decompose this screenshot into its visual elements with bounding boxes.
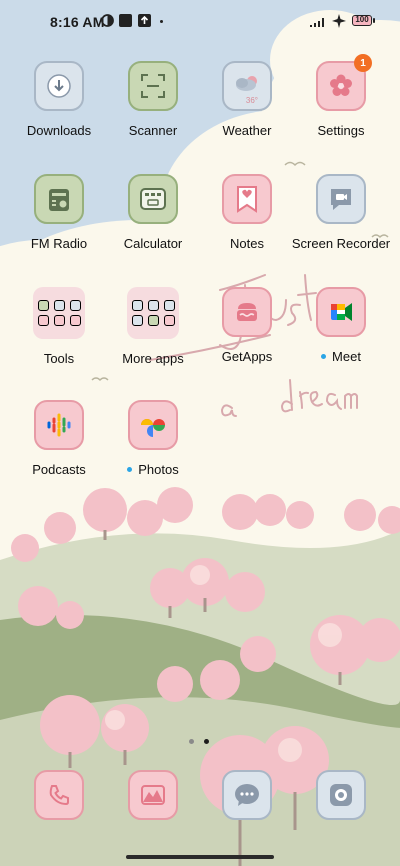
mini-app-icon <box>131 315 143 326</box>
folder-icon <box>33 287 85 339</box>
download-icon <box>34 61 84 111</box>
photos-icon <box>128 400 178 450</box>
weather-temp: 36° <box>245 96 258 105</box>
home-gesture-bar[interactable] <box>126 855 274 859</box>
calculator-icon <box>128 174 178 224</box>
mini-app-icon <box>69 300 81 311</box>
app-label: Calculator <box>123 236 183 251</box>
mini-app-icon <box>37 300 49 311</box>
mini-app-icon <box>53 300 65 311</box>
mini-app-icon <box>53 315 65 326</box>
podcasts-icon <box>34 400 84 450</box>
folder-more-apps[interactable]: More apps <box>103 287 203 366</box>
app-label: Photos <box>103 462 203 477</box>
new-app-dot <box>127 467 133 472</box>
more-notifications-dot-icon <box>160 20 163 23</box>
new-app-dot <box>321 354 327 359</box>
app-fm-radio[interactable]: FM Radio <box>9 174 109 251</box>
phone-icon <box>34 770 84 820</box>
dock-phone[interactable] <box>34 770 84 820</box>
app-label-text: Meet <box>332 349 361 364</box>
app-settings[interactable]: 1 Settings <box>291 54 391 138</box>
app-label: More apps <box>122 351 184 366</box>
mini-app-icon <box>147 300 159 311</box>
radio-icon <box>34 174 84 224</box>
notification-app-icon <box>119 14 132 27</box>
app-label-text: Photos <box>138 462 179 477</box>
mini-app-icon <box>163 315 175 326</box>
app-label: Notes <box>230 236 264 251</box>
app-weather[interactable]: 36° Weather <box>197 61 297 138</box>
messages-icon <box>222 770 272 820</box>
scanner-icon <box>128 61 178 111</box>
app-label: GetApps <box>221 349 273 364</box>
dock-gallery[interactable] <box>128 770 178 820</box>
mini-app-icon <box>147 315 159 326</box>
app-label: Tools <box>43 351 75 366</box>
camera-icon <box>316 770 366 820</box>
app-label: Settings <box>317 123 365 138</box>
data-saver-icon <box>101 14 114 27</box>
app-downloads[interactable]: Downloads <box>9 61 109 138</box>
status-bar: 8:16 AM 100 <box>0 0 400 44</box>
app-calculator[interactable]: Calculator <box>103 174 203 251</box>
weather-icon: 36° <box>222 61 272 111</box>
gallery-icon <box>128 770 178 820</box>
app-label: Scanner <box>128 123 178 138</box>
upload-notification-icon <box>138 14 151 27</box>
app-label: FM Radio <box>30 236 88 251</box>
app-label: Podcasts <box>32 462 86 477</box>
page-dot <box>189 739 194 744</box>
page-indicator <box>186 731 212 749</box>
notification-badge: 1 <box>354 54 372 72</box>
screen-recorder-icon <box>316 174 366 224</box>
getapps-icon <box>222 287 272 337</box>
app-notes[interactable]: Notes <box>197 174 297 251</box>
app-label: Downloads <box>26 123 92 138</box>
app-meet[interactable]: Meet <box>291 287 391 364</box>
app-label: Screen Recorder <box>291 236 391 251</box>
mini-app-icon <box>163 300 175 311</box>
battery-icon: 100 <box>352 15 372 26</box>
folder-icon <box>127 287 179 339</box>
folder-tools[interactable]: Tools <box>9 287 109 366</box>
notes-icon <box>222 174 272 224</box>
app-getapps[interactable]: GetApps <box>197 287 297 364</box>
signal-icon <box>310 18 324 27</box>
dock-camera[interactable] <box>316 770 366 820</box>
meet-icon <box>316 287 366 337</box>
mini-app-icon <box>69 315 81 326</box>
mini-app-icon <box>131 300 143 311</box>
app-label: Weather <box>222 123 272 138</box>
app-podcasts[interactable]: Podcasts <box>9 400 109 477</box>
mini-app-icon <box>37 315 49 326</box>
app-photos[interactable]: Photos <box>103 400 203 477</box>
app-label: Meet <box>291 349 391 364</box>
status-time: 8:16 AM <box>50 14 105 30</box>
page-dot-active <box>204 739 210 744</box>
airplane-mode-icon <box>332 14 346 28</box>
app-scanner[interactable]: Scanner <box>103 61 203 138</box>
battery-tip <box>373 18 375 23</box>
settings-icon: 1 <box>316 54 372 111</box>
dock-messages[interactable] <box>222 770 272 820</box>
app-screen-recorder[interactable]: Screen Recorder <box>291 174 391 251</box>
